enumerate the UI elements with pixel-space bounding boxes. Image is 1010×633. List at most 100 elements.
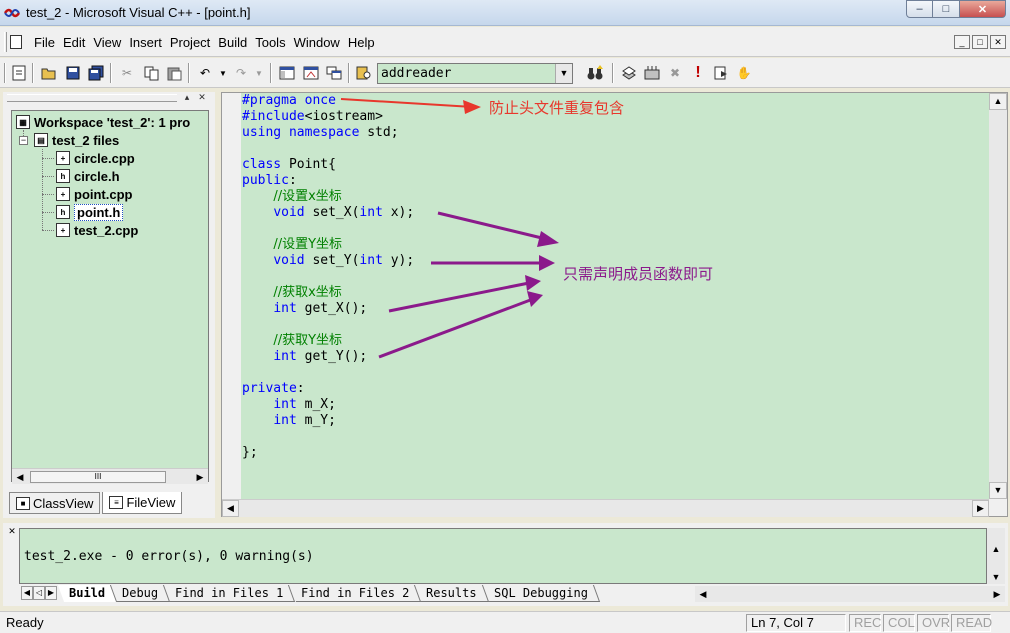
scroll-right-icon[interactable]: ▶ (989, 586, 1005, 602)
find-in-files-icon[interactable] (355, 64, 373, 82)
tab-classview[interactable]: ■ ClassView (9, 492, 101, 514)
tab-build-label: Build (69, 586, 106, 600)
editor-vertical-scrollbar[interactable]: ▲ ▼ (989, 93, 1007, 499)
scroll-left-icon[interactable]: ◀ (222, 500, 239, 517)
output-vertical-scrollbar[interactable]: ▲ ▼ (987, 528, 1005, 584)
workspace-window-icon[interactable] (278, 64, 296, 82)
fileview-icon: ≡ (109, 496, 124, 509)
scroll-down-icon[interactable]: ▼ (989, 482, 1007, 499)
tree-project-label: test_2 files (52, 132, 120, 148)
tab-debug[interactable]: Debug (111, 585, 171, 602)
tab-scroll-prev-icon[interactable]: ◁ (33, 586, 45, 600)
toolbar-grip[interactable] (4, 63, 6, 83)
open-folder-icon[interactable] (40, 64, 58, 82)
scroll-right-icon[interactable]: ▶ (972, 500, 989, 517)
tab-scroll-next-icon[interactable]: ▶ (45, 586, 57, 600)
output-window-icon[interactable] (302, 64, 320, 82)
compile-icon[interactable] (620, 64, 638, 82)
mdi-restore-button[interactable]: □ (972, 35, 988, 49)
paste-icon[interactable] (165, 64, 183, 82)
close-icon[interactable]: ✕ (7, 527, 17, 537)
copy-icon[interactable] (142, 64, 160, 82)
code-editor-window: }; int m_Y; int m_X; private: int get_Y()… (221, 92, 1008, 517)
tree-file-point-cpp[interactable]: + point.cpp (56, 185, 133, 203)
find-binoculars-icon[interactable] (586, 64, 604, 82)
menu-build[interactable]: Build (214, 35, 251, 50)
undo-dropdown-icon[interactable]: ▼ (214, 64, 232, 82)
insert-breakpoint-hand-icon[interactable]: ✋ (735, 64, 753, 82)
tab-find-in-files-2[interactable]: Find in Files 2 (289, 585, 422, 602)
purple-arrow (388, 281, 530, 313)
output-panel-grip[interactable]: ✕ (6, 527, 16, 601)
redo-icon[interactable]: ↷ (232, 64, 250, 82)
dock-restore-icon[interactable]: ▴ (181, 92, 193, 104)
tree-file-label: circle.cpp (74, 150, 135, 166)
menu-edit[interactable]: Edit (59, 35, 89, 50)
scroll-right-icon[interactable]: ▶ (192, 469, 208, 485)
tree-file-test2-cpp[interactable]: + test_2.cpp (56, 221, 138, 239)
tree-project-node[interactable]: ▤ test_2 files (34, 131, 119, 149)
output-horizontal-scrollbar[interactable]: ◀ ▶ (695, 586, 1005, 602)
menu-window[interactable]: Window (290, 35, 344, 50)
stop-build-icon[interactable]: ✖ (666, 64, 684, 82)
scroll-left-icon[interactable]: ◀ (12, 469, 28, 485)
close-button[interactable]: ✕ (960, 0, 1006, 18)
save-icon[interactable] (64, 64, 82, 82)
document-icon[interactable] (10, 35, 22, 49)
tab-fileview[interactable]: ≡ FileView (102, 492, 183, 514)
tree-file-circle-h[interactable]: h circle.h (56, 167, 120, 185)
cut-icon[interactable]: ✂ (118, 64, 136, 82)
editor-horizontal-scrollbar[interactable]: ◀ ▶ (222, 499, 989, 517)
execute-icon[interactable]: ! (689, 64, 707, 82)
visual-cpp-app-icon[interactable] (4, 5, 20, 21)
tab-scroll-first-icon[interactable]: ◀ (21, 586, 33, 600)
scroll-left-icon[interactable]: ◀ (695, 586, 711, 602)
menubar-grip[interactable] (4, 32, 7, 52)
standard-toolbar: ✂ ↶ ▼ ↷ ▼ addreader ▼ ✖ ! ✋ (0, 58, 1010, 88)
scroll-down-icon[interactable]: ▼ (987, 570, 1005, 584)
tree-file-circle-cpp[interactable]: + circle.cpp (56, 149, 135, 167)
mdi-minimize-button[interactable]: _ (954, 35, 970, 49)
menu-tools[interactable]: Tools (251, 35, 289, 50)
cpp-file-icon: + (56, 223, 70, 237)
tree-workspace-root[interactable]: ▦ Workspace 'test_2': 1 pro (16, 113, 190, 131)
menu-help[interactable]: Help (344, 35, 379, 50)
annotation-arrows (340, 98, 559, 359)
minimize-button[interactable]: ‒ (906, 0, 933, 18)
build-icon[interactable] (643, 64, 661, 82)
redo-dropdown-icon[interactable]: ▼ (250, 64, 268, 82)
chevron-down-icon[interactable]: ▼ (555, 64, 572, 83)
find-combo[interactable]: addreader ▼ (377, 63, 573, 84)
scroll-up-icon[interactable]: ▲ (989, 93, 1007, 110)
scroll-thumb[interactable]: III (30, 471, 166, 483)
scroll-up-icon[interactable]: ▲ (987, 542, 1005, 556)
tree-collapse-toggle[interactable]: − (19, 136, 28, 145)
workspace-panel-grip[interactable] (7, 94, 177, 102)
tab-find-in-files-1[interactable]: Find in Files 1 (164, 585, 296, 602)
new-text-file-icon[interactable] (10, 64, 28, 82)
workspace-panel: ▴ ✕ ▦ Workspace 'test_2': 1 pro − ▤ test… (3, 92, 215, 518)
tab-build[interactable]: Build (57, 585, 118, 602)
output-text-area[interactable]: test_2.exe - 0 error(s), 0 warning(s) (19, 528, 987, 584)
menu-project[interactable]: Project (166, 35, 214, 50)
window-list-icon[interactable] (325, 64, 343, 82)
mdi-close-button[interactable]: ✕ (990, 35, 1006, 49)
menu-view[interactable]: View (89, 35, 125, 50)
maximize-button[interactable]: □ (933, 0, 960, 18)
tab-results[interactable]: Results (414, 585, 489, 602)
tree-connector (42, 194, 54, 195)
editor-gutter[interactable] (222, 93, 241, 499)
code-editor[interactable]: }; int m_Y; int m_X; private: int get_Y()… (241, 93, 989, 499)
output-panel: ✕ test_2.exe - 0 error(s), 0 warning(s) … (3, 523, 1008, 606)
tab-sql-debugging[interactable]: SQL Debugging (482, 585, 600, 602)
tree-file-point-h[interactable]: h point.h (56, 203, 124, 221)
go-debug-icon[interactable] (712, 64, 730, 82)
menu-insert[interactable]: Insert (125, 35, 166, 50)
tree-horizontal-scrollbar[interactable]: ◀ III ▶ (12, 468, 208, 484)
menu-file[interactable]: File (30, 35, 59, 50)
close-icon[interactable]: ✕ (196, 92, 208, 104)
tree-connector (42, 212, 54, 213)
undo-icon[interactable]: ↶ (196, 64, 214, 82)
save-all-icon[interactable] (87, 64, 105, 82)
purple-arrow-head (527, 291, 543, 307)
